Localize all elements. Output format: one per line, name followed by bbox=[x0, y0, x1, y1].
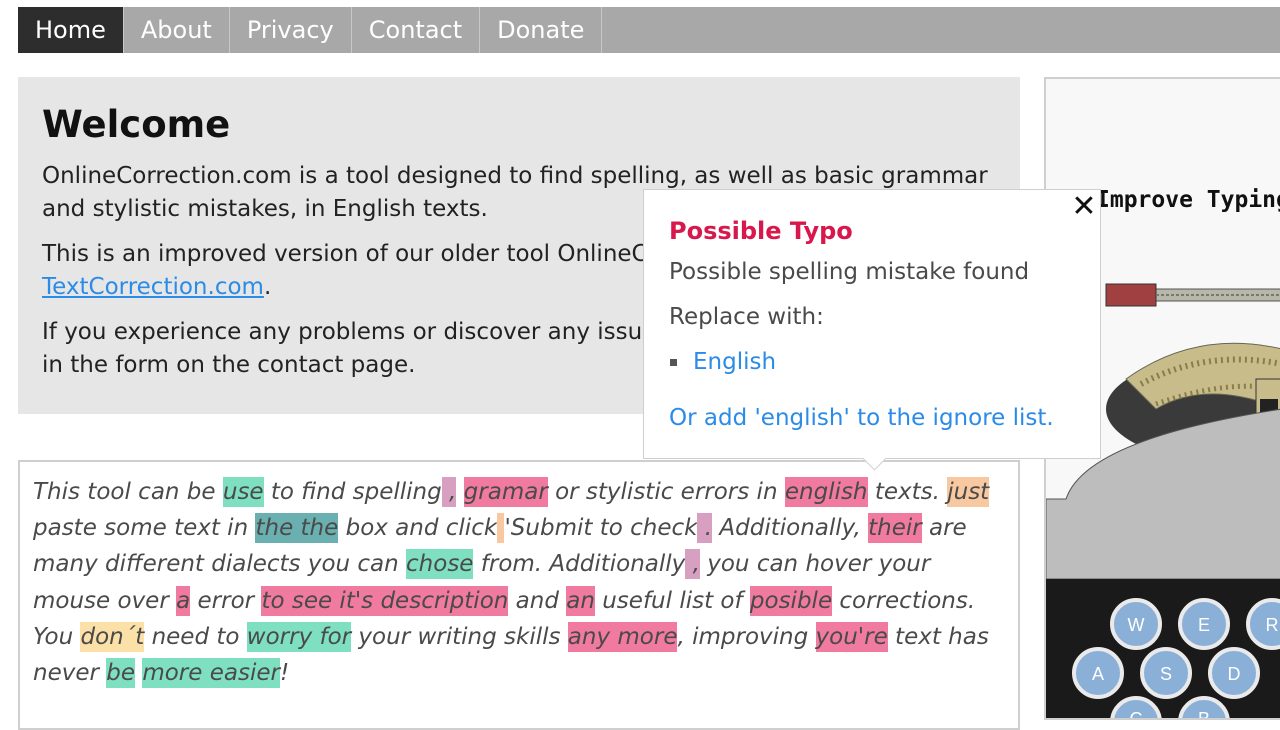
editor-text: useful list of bbox=[594, 587, 750, 614]
error-highlight[interactable]: the the bbox=[255, 513, 339, 544]
error-highlight[interactable]: use bbox=[222, 477, 264, 507]
error-highlight[interactable]: a bbox=[176, 585, 191, 616]
error-highlight[interactable]: don´t bbox=[80, 621, 145, 652]
older-tool-period: . bbox=[263, 274, 272, 300]
error-highlight[interactable]: posible bbox=[749, 585, 833, 616]
editor-text: ! bbox=[279, 660, 290, 687]
editor-text: texts. bbox=[867, 479, 948, 505]
typo-popup: ✕ Possible Typo Possible spelling mistak… bbox=[643, 189, 1101, 471]
key-c-label: C bbox=[1130, 709, 1143, 720]
bullet-icon bbox=[670, 359, 677, 366]
nav-contact[interactable]: Contact bbox=[352, 7, 481, 53]
error-highlight[interactable]: just bbox=[947, 477, 990, 507]
key-e-label: E bbox=[1198, 615, 1210, 635]
text-editor[interactable]: This tool can be use to find spelling , … bbox=[18, 460, 1020, 730]
nav-home[interactable]: Home bbox=[18, 7, 124, 53]
editor-text: from. Additionally bbox=[473, 551, 686, 578]
editor-text: This tool can be bbox=[33, 479, 223, 505]
editor-text: to find spelling bbox=[263, 479, 442, 505]
error-highlight[interactable]: , bbox=[685, 549, 700, 580]
editor-text: need to bbox=[144, 623, 247, 650]
editor-text: , improving bbox=[677, 623, 816, 650]
key-w-label: W bbox=[1128, 615, 1145, 635]
editor-text: paste some text in bbox=[33, 515, 256, 542]
error-highlight[interactable]: be bbox=[106, 658, 136, 689]
suggestion-english[interactable]: English bbox=[693, 349, 776, 375]
editor-text: error bbox=[190, 587, 262, 614]
ignore-link[interactable]: Or add 'english' to the ignore list. bbox=[669, 402, 1075, 435]
key-a-label: A bbox=[1092, 664, 1104, 684]
error-highlight[interactable]: chose bbox=[406, 549, 474, 580]
editor-text: 'Submit to check bbox=[504, 515, 698, 542]
editor-text: your writing skills bbox=[351, 623, 568, 650]
error-highlight[interactable]: worry for bbox=[246, 621, 352, 652]
key-d-label: D bbox=[1228, 664, 1241, 684]
editor-text: or stylistic errors in bbox=[547, 479, 785, 505]
close-icon[interactable]: ✕ bbox=[1070, 192, 1098, 222]
editor-text bbox=[456, 479, 463, 505]
error-highlight[interactable]: english bbox=[784, 477, 868, 507]
key-r-label: R bbox=[1266, 615, 1279, 635]
error-highlight[interactable]: more easier bbox=[142, 658, 280, 689]
welcome-title: Welcome bbox=[42, 103, 231, 146]
editor-text: box and click bbox=[338, 515, 498, 542]
textcorrection-link[interactable]: TextCorrection.com bbox=[42, 274, 264, 300]
error-highlight[interactable]: , bbox=[441, 477, 457, 507]
editor-text: and bbox=[508, 587, 567, 614]
suggestion-list: English bbox=[669, 346, 1075, 379]
popup-title: Possible Typo bbox=[669, 217, 853, 245]
error-highlight[interactable]: . bbox=[697, 513, 713, 544]
suggestion-item: English bbox=[669, 346, 1075, 379]
replace-label: Replace with: bbox=[669, 304, 824, 330]
error-highlight[interactable]: any more bbox=[567, 621, 678, 652]
error-highlight[interactable]: their bbox=[868, 513, 922, 544]
nav-about[interactable]: About bbox=[124, 7, 230, 53]
error-highlight[interactable]: you're bbox=[815, 621, 888, 652]
key-b-label: B bbox=[1198, 709, 1210, 720]
main-nav: Home About Privacy Contact Donate bbox=[18, 7, 1280, 53]
error-highlight[interactable]: an bbox=[566, 585, 595, 616]
error-highlight[interactable]: gramar bbox=[463, 477, 548, 507]
nav-privacy[interactable]: Privacy bbox=[230, 7, 352, 53]
nav-donate[interactable]: Donate bbox=[480, 7, 603, 53]
key-s-label: S bbox=[1160, 664, 1172, 684]
error-highlight[interactable]: to see it's description bbox=[261, 585, 509, 616]
popup-message: Possible spelling mistake found bbox=[669, 259, 1030, 285]
editor-text: Additionally, bbox=[712, 515, 869, 542]
